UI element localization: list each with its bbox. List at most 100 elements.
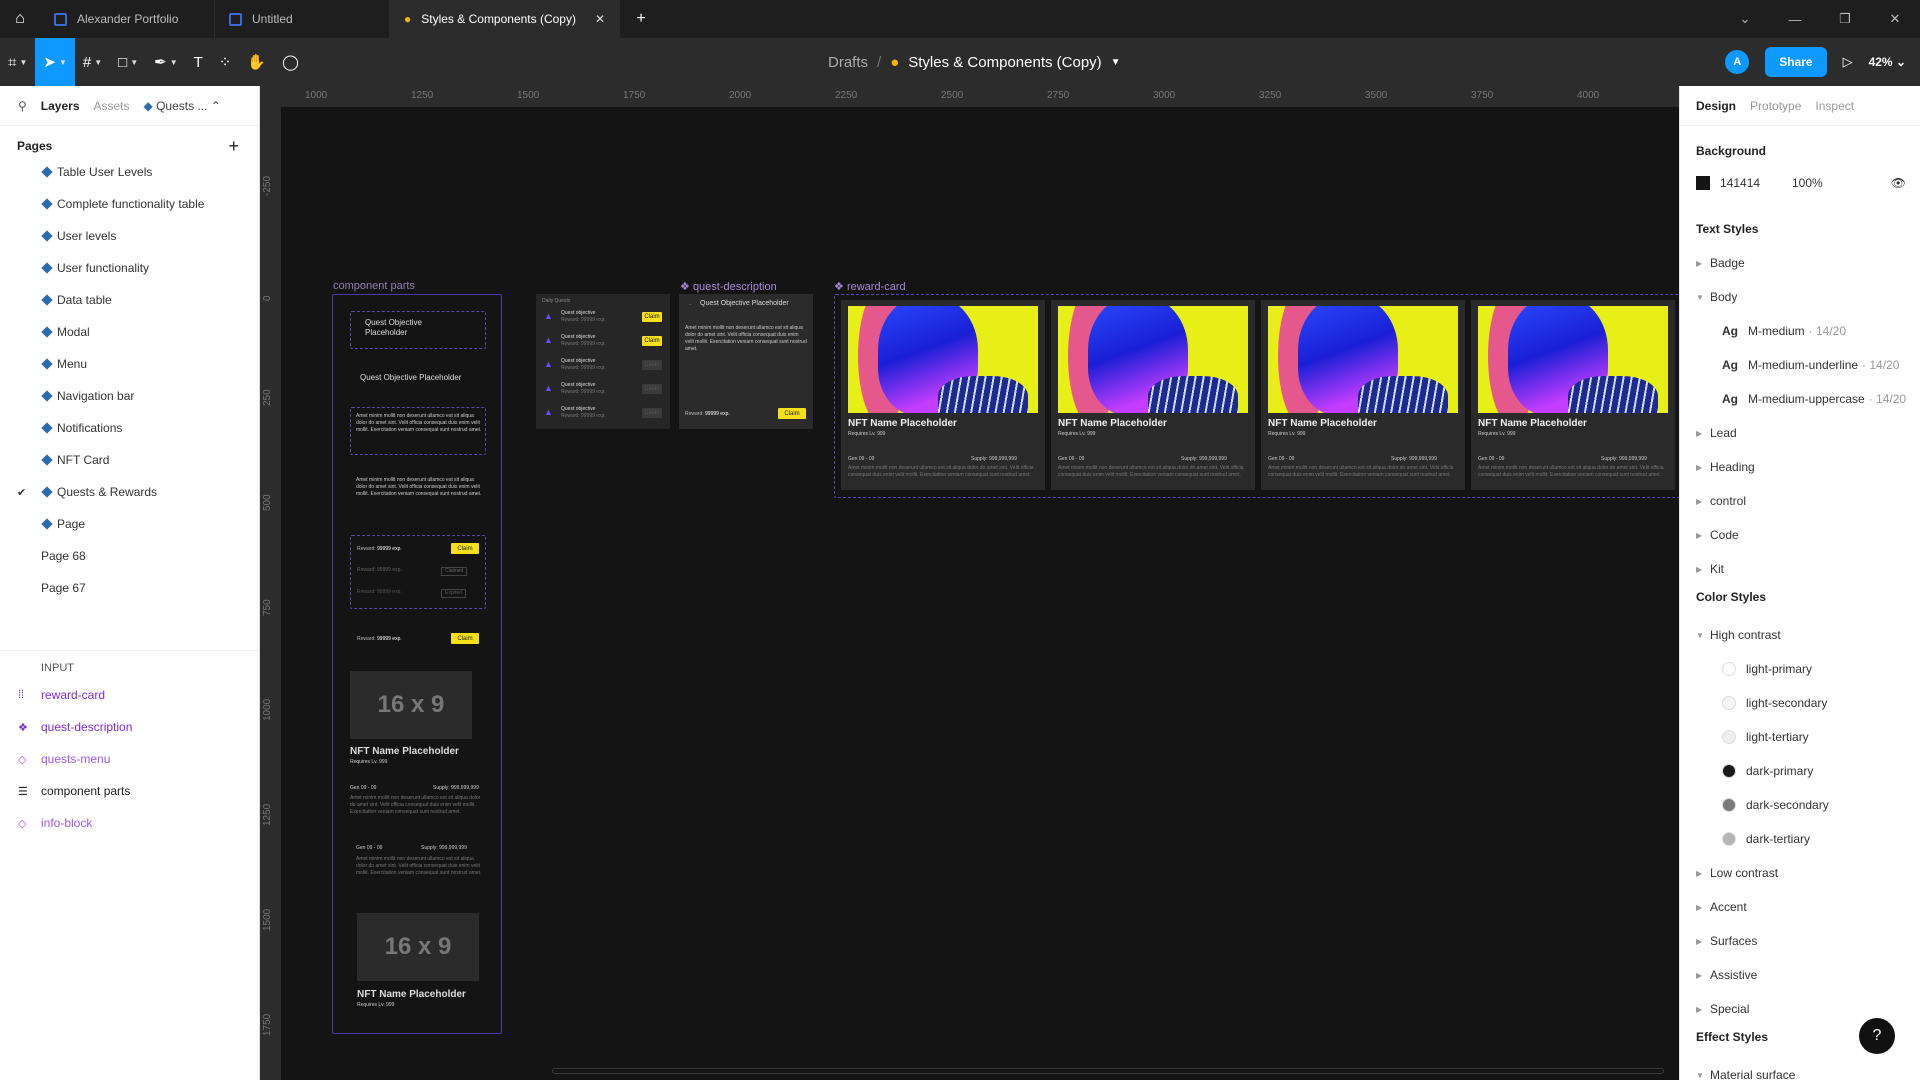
chevron-down-icon[interactable]: ⌄ (1720, 0, 1770, 38)
claim-button[interactable]: Claim (642, 360, 662, 370)
tab-layers[interactable]: Layers (41, 99, 80, 113)
page-item[interactable]: NFT Card (0, 444, 259, 476)
page-item[interactable]: Data table (0, 284, 259, 316)
zoom-level[interactable]: 42% ⌄ (1869, 55, 1906, 69)
tab-design[interactable]: Design (1696, 99, 1736, 113)
breadcrumb-drafts[interactable]: Drafts (828, 54, 868, 71)
background-hex[interactable]: 141414 (1720, 176, 1792, 190)
shape-tool-button[interactable]: □ ▼ (110, 38, 146, 86)
avatar[interactable]: A (1725, 50, 1750, 74)
tab-prototype[interactable]: Prototype (1750, 99, 1801, 113)
file-title[interactable]: Drafts / ● Styles & Components (Copy) ▼ (828, 38, 1121, 86)
nft-reward-card[interactable]: NFT Name Placeholder Requires Lv. 999 Gen … (1051, 300, 1255, 490)
tab-assets[interactable]: Assets (94, 99, 130, 113)
new-tab-plus-icon[interactable]: + (620, 0, 662, 38)
claim-button[interactable]: Claim (642, 408, 662, 418)
layer-reward-card[interactable]: ⁞⁞ reward-card (0, 679, 259, 711)
claim-button[interactable]: Claim (778, 408, 806, 419)
resources-button[interactable]: ⁘ (211, 38, 240, 86)
minimize-icon[interactable]: — (1770, 0, 1820, 38)
share-button[interactable]: Share (1765, 47, 1827, 77)
color-style-group-special[interactable]: ▶ Special (1696, 1002, 1749, 1016)
color-style-item[interactable]: dark-primary (1722, 764, 1813, 778)
text-style-group-code[interactable]: ▶ Code (1696, 528, 1739, 542)
claim-button[interactable]: Claim (451, 633, 479, 644)
background-swatch[interactable] (1696, 176, 1710, 190)
color-style-item[interactable]: dark-tertiary (1722, 832, 1810, 846)
frame-label-reward-card[interactable]: ❖ reward-card (834, 280, 906, 293)
page-item[interactable]: User levels (0, 220, 259, 252)
present-play-icon[interactable]: ▷ (1843, 54, 1853, 70)
color-style-group-accent[interactable]: ▶ Accent (1696, 900, 1747, 914)
page-item[interactable]: Page (0, 508, 259, 540)
page-item[interactable]: Page 67 (0, 572, 259, 604)
text-tool-button[interactable]: T (186, 38, 211, 86)
restore-icon[interactable]: ❐ (1820, 0, 1870, 38)
chevron-down-icon[interactable]: ▼ (1111, 57, 1121, 68)
add-page-plus-icon[interactable]: + (228, 136, 239, 157)
horizontal-scrollbar[interactable] (552, 1068, 1664, 1074)
tab-inspect[interactable]: Inspect (1815, 99, 1854, 113)
nft-reward-card[interactable]: NFT Name Placeholder Requires Lv. 999 Gen … (1261, 300, 1465, 490)
text-style-group-heading[interactable]: ▶ Heading (1696, 460, 1755, 474)
search-icon[interactable]: ⚲ (18, 99, 27, 113)
text-style-group-control[interactable]: ▶ control (1696, 494, 1746, 508)
text-style-item[interactable]: Ag M-medium-underline · 14/20 (1722, 358, 1899, 372)
help-button[interactable]: ? (1859, 1018, 1895, 1054)
page-item[interactable]: Notifications (0, 412, 259, 444)
window-close-icon[interactable]: ✕ (1870, 0, 1920, 38)
main-menu-button[interactable]: ⌗ ▼ (0, 38, 35, 86)
color-style-item[interactable]: light-tertiary (1722, 730, 1809, 744)
color-style-item[interactable]: light-primary (1722, 662, 1812, 676)
claim-button[interactable]: Claim (451, 543, 479, 554)
text-style-group-body[interactable]: ▼ Body (1696, 290, 1737, 304)
page-item[interactable]: Table User Levels (0, 166, 259, 188)
text-style-item[interactable]: Ag M-medium · 14/20 (1722, 324, 1846, 338)
page-item[interactable]: Menu (0, 348, 259, 380)
back-arrow-icon[interactable]: ← (688, 301, 693, 308)
tab-alexander-portfolio[interactable]: Alexander Portfolio (40, 0, 215, 38)
frame-label-quest-description[interactable]: ❖ quest-description (680, 280, 777, 293)
color-style-item[interactable]: light-secondary (1722, 696, 1827, 710)
effect-style-group-material[interactable]: ▼ Material surface (1696, 1068, 1795, 1080)
text-style-item[interactable]: Ag M-medium-uppercase · 14/20 (1722, 392, 1906, 406)
file-name[interactable]: Styles & Components (Copy) (908, 54, 1101, 71)
page-item[interactable]: User functionality (0, 252, 259, 284)
background-opacity[interactable]: 100% (1792, 176, 1823, 190)
page-item[interactable]: Page 68 (0, 540, 259, 572)
frame-tool-button[interactable]: # ▼ (75, 38, 110, 86)
page-item[interactable]: ✔ Quests & Rewards (0, 476, 259, 508)
color-style-group-low_contrast[interactable]: ▶ Low contrast (1696, 866, 1778, 880)
claim-button[interactable]: Claim (642, 384, 662, 394)
color-style-item[interactable]: dark-secondary (1722, 798, 1829, 812)
layer-quest-description[interactable]: ❖ quest-description (0, 711, 259, 743)
tab-styles-components[interactable]: ● Styles & Components (Copy) ✕ (390, 0, 620, 38)
layer-component-parts[interactable]: ☰ component parts (0, 775, 259, 807)
comment-tool-button[interactable]: ◯ (274, 38, 307, 86)
layer-info-block[interactable]: ◇ info-block (0, 807, 259, 839)
layer-quests-menu[interactable]: ◇ quests-menu (0, 743, 259, 775)
hand-tool-button[interactable]: ✋ (239, 38, 274, 86)
move-tool-button[interactable]: ➤ ▼ (35, 38, 75, 86)
page-item[interactable]: Complete functionality table (0, 188, 259, 220)
page-selector[interactable]: ◆ Quests ... ⌃ (144, 99, 221, 113)
background-fill-row[interactable]: 141414 100% 👁 (1696, 176, 1906, 190)
layer-group-input[interactable]: INPUT (0, 657, 259, 679)
nft-reward-card[interactable]: NFT Name Placeholder Requires Lv. 999 Gen … (841, 300, 1045, 490)
color-style-group-assistive[interactable]: ▶ Assistive (1696, 968, 1757, 982)
close-icon[interactable]: ✕ (595, 12, 605, 26)
pen-tool-button[interactable]: ✒ ▼ (146, 38, 186, 86)
page-item[interactable]: Modal (0, 316, 259, 348)
color-style-group-high-contrast[interactable]: ▼ High contrast (1696, 628, 1781, 642)
text-style-group-kit[interactable]: ▶ Kit (1696, 562, 1724, 576)
text-style-group-lead[interactable]: ▶ Lead (1696, 426, 1737, 440)
tab-untitled[interactable]: Untitled (215, 0, 390, 38)
color-style-group-surfaces[interactable]: ▶ Surfaces (1696, 934, 1757, 948)
claim-button[interactable]: Claim (642, 312, 662, 322)
nft-reward-card[interactable]: NFT Name Placeholder Requires Lv. 999 Gen … (1471, 300, 1675, 490)
text-style-group-badge[interactable]: ▶ Badge (1696, 256, 1745, 270)
page-item[interactable]: Navigation bar (0, 380, 259, 412)
canvas[interactable]: component parts Quest Objective Placehol… (281, 107, 1679, 1080)
claim-button[interactable]: Claim (642, 336, 662, 346)
frame-label-component-parts[interactable]: component parts (333, 280, 415, 292)
